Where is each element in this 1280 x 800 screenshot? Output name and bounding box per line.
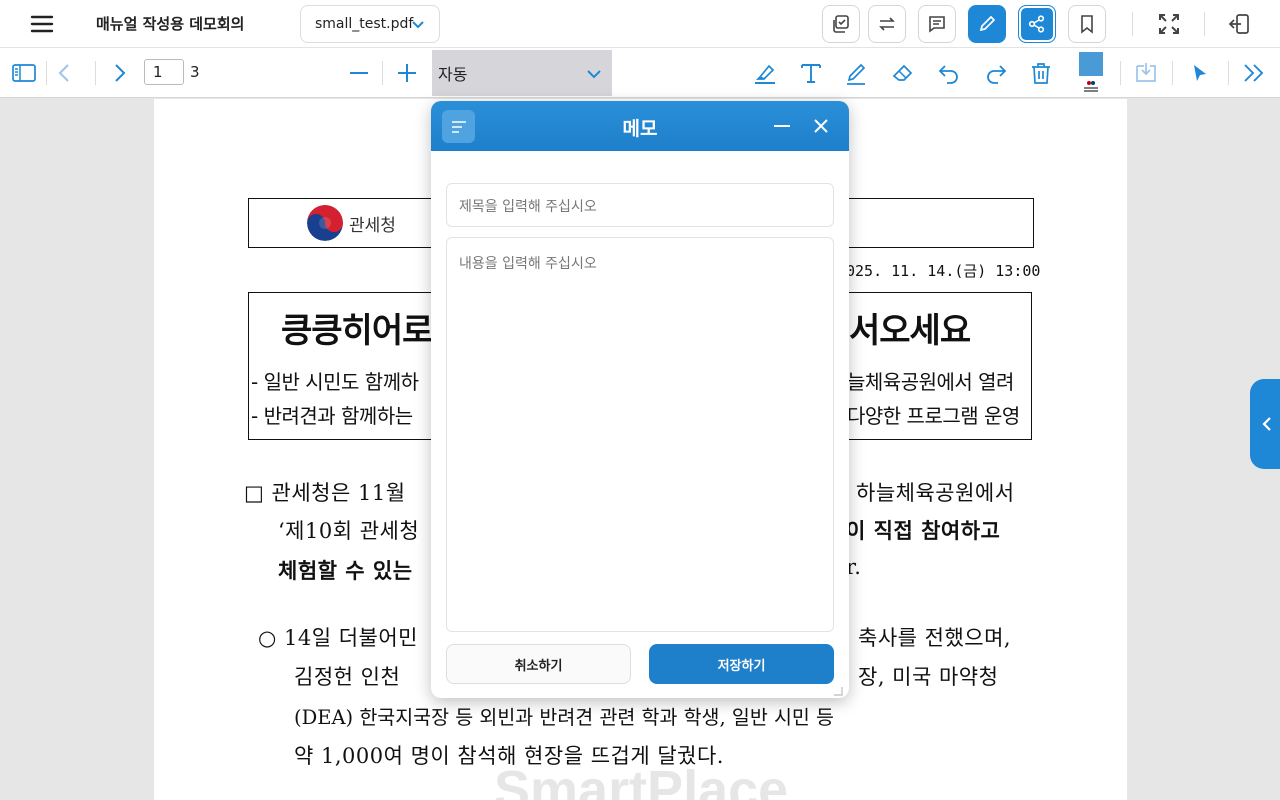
release-datetime: 025. 11. 14.(금) 13:00: [846, 262, 1041, 280]
highlighter-icon[interactable]: [752, 60, 778, 86]
chevron-down-icon: [586, 66, 602, 85]
agency-logo-icon: [307, 205, 343, 241]
color-swatch[interactable]: [1079, 52, 1103, 76]
undo-icon[interactable]: [936, 60, 962, 86]
paragraph-1-line-1-right: 하늘체육공원에서: [856, 481, 1015, 505]
comment-button[interactable]: [918, 5, 956, 43]
check-list-button[interactable]: [822, 5, 860, 43]
divider: [382, 61, 383, 85]
share-icon: [1028, 15, 1045, 33]
swap-icon: [879, 17, 895, 31]
subheadline-1-left: - 일반 시민도 함께하: [251, 370, 419, 394]
divider: [1204, 12, 1205, 36]
file-name: small_test.pdf: [315, 16, 414, 32]
paragraph-2-line-1-left: ○ 14일 더불어민: [258, 626, 418, 650]
cancel-button[interactable]: 취소하기: [446, 644, 631, 684]
text-tool-icon[interactable]: [798, 60, 824, 86]
zoom-out-icon[interactable]: [346, 60, 372, 86]
memo-title-input[interactable]: 제목을 입력해 주십시오: [446, 183, 834, 227]
page-total: 3: [190, 63, 200, 81]
zoom-select[interactable]: 자동: [432, 50, 612, 96]
page-number-input[interactable]: 1: [144, 59, 184, 85]
pen-tool-icon[interactable]: [844, 60, 870, 86]
resize-handle-icon[interactable]: [833, 681, 843, 696]
save-button[interactable]: 저장하기: [649, 644, 834, 684]
chevron-right-icon[interactable]: [106, 60, 132, 86]
divider: [1120, 61, 1121, 85]
minimize-icon[interactable]: [771, 115, 793, 137]
chevron-down-icon: [411, 18, 425, 36]
subheadline-2-right: 다양한 프로그램 운영: [847, 404, 1020, 428]
edit-button[interactable]: [968, 5, 1006, 43]
pencil-icon: [979, 15, 996, 32]
paragraph-2-line-3: (DEA) 한국지국장 등 외빈과 반려견 관련 학과 학생, 일반 시민 등: [294, 706, 834, 729]
comment-icon: [929, 16, 945, 33]
memo-body-input[interactable]: 내용을 입력해 주십시오: [446, 237, 834, 632]
file-select[interactable]: small_test.pdf: [300, 5, 440, 43]
logo-text: 관세청: [349, 216, 396, 236]
chevron-left-icon[interactable]: [52, 60, 78, 86]
memo-header: 메모: [431, 101, 849, 151]
share-button[interactable]: [1018, 5, 1056, 43]
divider: [95, 61, 96, 85]
view-toolbar: 1 3 자동: [0, 48, 1280, 98]
paragraph-1-line-2-right: 이 직접 참여하고: [846, 518, 1001, 543]
zoom-value: 자동: [438, 65, 468, 84]
side-panel-toggle[interactable]: [1250, 379, 1280, 469]
bookmark-icon: [1081, 15, 1093, 34]
top-bar: 매뉴얼 작성용 데모회의 small_test.pdf: [0, 0, 1280, 48]
sidebar-toggle-icon[interactable]: [11, 60, 37, 86]
divider: [1132, 12, 1133, 36]
stroke-width-icon[interactable]: [1083, 78, 1099, 92]
check-list-icon: [833, 15, 849, 33]
pointer-icon[interactable]: [1186, 60, 1212, 86]
menu-icon[interactable]: [30, 12, 54, 36]
trash-icon[interactable]: [1028, 60, 1054, 86]
watermark: SmartPlace: [494, 760, 789, 800]
chevron-left-icon: [1262, 417, 1271, 431]
close-icon[interactable]: [810, 115, 832, 137]
headline-right: 서오세요: [849, 311, 971, 351]
divider: [1172, 61, 1173, 85]
paragraph-2-line-2-left: 김정헌 인천: [294, 665, 401, 689]
divider: [46, 61, 47, 85]
memo-dialog: 메모 제목을 입력해 주십시오 내용을 입력해 주십시오 취소하기 저장하기: [431, 101, 849, 698]
divider: [1228, 61, 1229, 85]
swap-button[interactable]: [868, 5, 906, 43]
subheadline-1-right: 늘체육공원에서 열려: [847, 370, 1014, 394]
download-icon[interactable]: [1133, 60, 1159, 86]
document-title: 매뉴얼 작성용 데모회의: [96, 15, 245, 33]
headline-left: 킁킁히어로: [281, 311, 433, 351]
redo-icon[interactable]: [983, 60, 1009, 86]
paragraph-1-line-1-left: □ 관세청은 11월: [244, 481, 406, 505]
double-chevron-right-icon[interactable]: [1241, 60, 1267, 86]
fullscreen-icon[interactable]: [1155, 10, 1183, 38]
paragraph-1-line-2-left: ‘제10회 관세청: [278, 519, 420, 543]
paragraph-1-line-3-left: 체험할 수 있는: [278, 558, 413, 583]
eraser-icon[interactable]: [890, 60, 916, 86]
paragraph-2-line-2-right: 장, 미국 마약청: [858, 665, 999, 689]
exit-icon[interactable]: [1225, 10, 1253, 38]
subheadline-2-left: - 반려견과 함께하는: [251, 404, 413, 428]
zoom-in-icon[interactable]: [394, 60, 420, 86]
bookmark-button[interactable]: [1068, 5, 1106, 43]
paragraph-2-line-1-right: 축사를 전했으며,: [858, 626, 1012, 650]
